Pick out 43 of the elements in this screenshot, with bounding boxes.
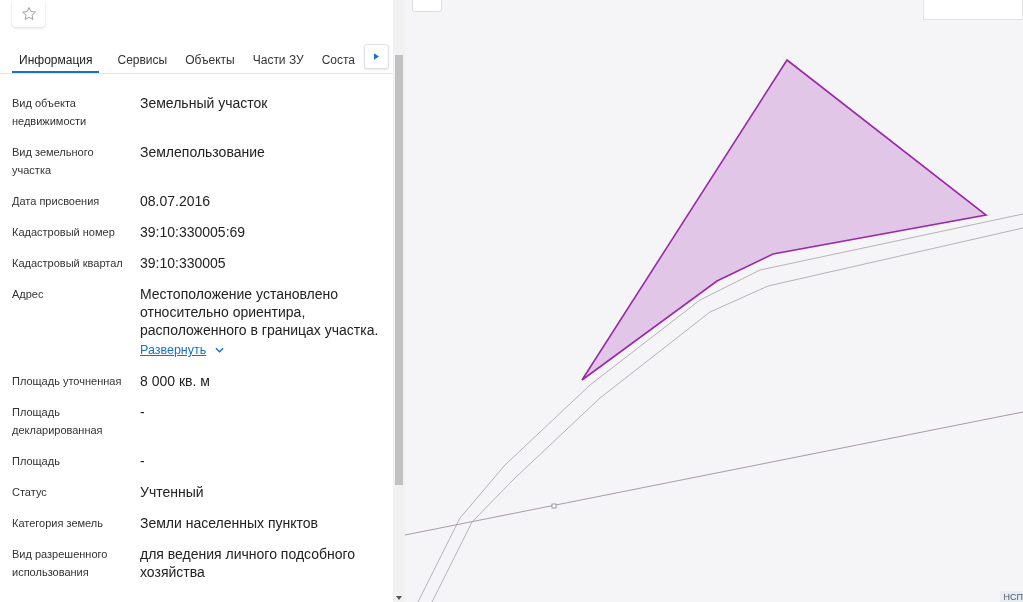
field-value: 08.07.2016 — [140, 192, 212, 210]
map-label: НСП — [999, 591, 1023, 602]
field-value: Земельный участок — [140, 94, 269, 112]
field-value: Земли населенных пунктов — [140, 514, 320, 532]
field-label: Вид земельного участка — [12, 145, 95, 178]
field-value: Местоположение установлено относительно ориентира, расположенного в границах участка. — [140, 285, 380, 339]
scroll-down-icon[interactable] — [396, 596, 402, 600]
field-value: - — [140, 403, 146, 421]
field-value: Землепользование — [140, 143, 266, 161]
star-icon — [20, 5, 37, 22]
tab[interactable]: Объекты — [185, 34, 235, 73]
field-label: Кадастровый номер — [12, 225, 116, 240]
field-value: Учтенный — [140, 483, 205, 501]
field-label: Вид объекта недвижимости — [12, 96, 88, 129]
field-value: 8 000 кв. м — [140, 372, 211, 390]
map-control-button[interactable] — [412, 0, 442, 12]
field-label: Статус — [12, 485, 48, 500]
field-label: Площадь — [12, 454, 61, 469]
field-value: 39:10:330005 — [140, 254, 227, 272]
scrollbar[interactable] — [393, 0, 405, 602]
field-label: Дата присвоения — [12, 194, 101, 209]
tab[interactable]: Соста — [321, 34, 356, 73]
field-label: Площадь декларированная — [12, 405, 104, 438]
chevron-down-icon[interactable] — [215, 347, 225, 353]
tab[interactable]: Сервисы — [117, 34, 168, 73]
tab[interactable]: Части ЗУ — [252, 34, 304, 73]
field-value: - — [140, 452, 146, 470]
field-value: для ведения личного подсобного хозяйства — [140, 545, 357, 581]
favorite-button[interactable] — [12, 0, 45, 27]
scrollbar-thumb[interactable] — [395, 55, 403, 485]
expand-link[interactable]: Развернуть — [140, 341, 207, 359]
field-value: 39:10:330005:69 — [140, 223, 247, 241]
land-plot-polygon[interactable] — [581, 58, 988, 381]
field-label: Площадь уточненная — [12, 374, 123, 389]
field-label: Категория земель — [12, 516, 104, 531]
caret-right-icon — [374, 53, 379, 60]
scroll-right-button[interactable] — [364, 44, 389, 69]
field-label: Кадастровый квартал — [12, 256, 124, 271]
field-label: Вид разрешенного использования — [12, 547, 109, 580]
map-view[interactable]: НСП — [405, 0, 1023, 602]
tab[interactable]: Информация — [12, 34, 100, 73]
field-label: Адрес — [12, 287, 45, 302]
point-marker — [551, 503, 557, 509]
